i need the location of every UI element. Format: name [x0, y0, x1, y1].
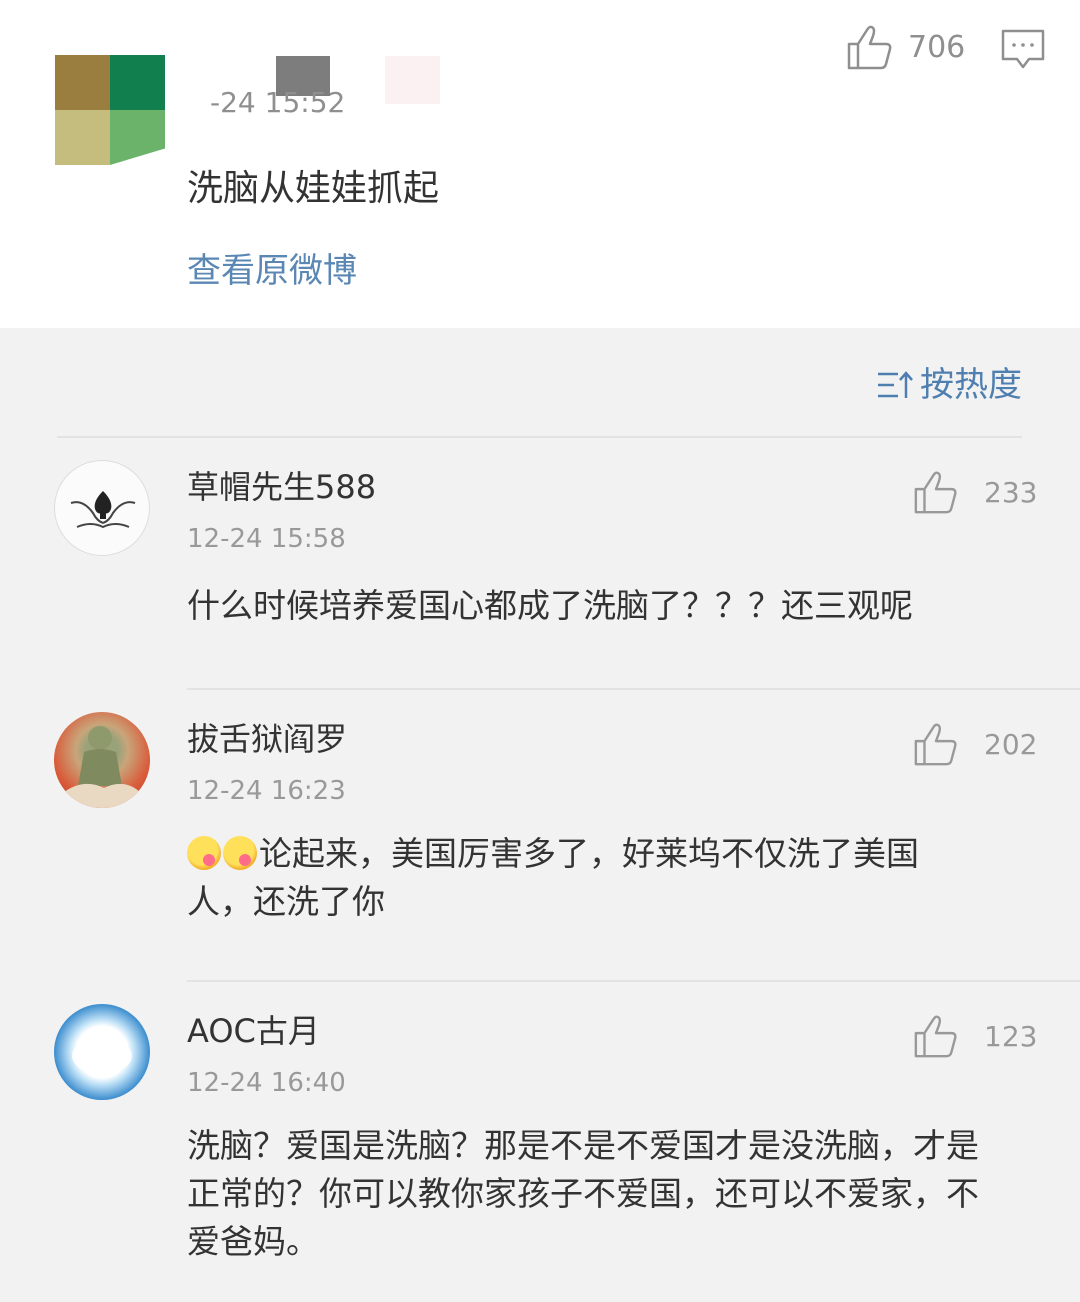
original-post: -24 15:52 洗脑从娃娃抓起 查看原微博 706 — [0, 0, 1080, 328]
comment-like-count: 123 — [984, 1020, 1038, 1053]
comment-text-line: 论起来，美国厉害多了，好莱坞不仅洗了美国 — [259, 834, 919, 873]
thumbs-up-icon[interactable] — [845, 22, 895, 72]
comment-text: 什么时候培养爱国心都成了洗脑了？？？还三观呢 — [187, 586, 913, 625]
sort-icon — [878, 371, 913, 398]
post-text: 洗脑从娃娃抓起 — [187, 168, 440, 209]
view-original-weibo-link[interactable]: 查看原微博 — [187, 248, 357, 294]
comment-time: 12-24 15:58 — [187, 524, 346, 554]
post-like-count: 706 — [908, 30, 966, 65]
comment-like-count: 202 — [984, 728, 1038, 761]
comment-text: 洗脑？爱国是洗脑？那是不是不爱国才是没洗脑，才是 正常的？你可以教你家孩子不爱国… — [187, 1122, 1037, 1266]
avatar[interactable] — [54, 1004, 150, 1100]
post-avatar[interactable] — [55, 55, 165, 165]
comment-username[interactable]: AOC古月 — [187, 1010, 320, 1052]
comment-time: 12-24 16:23 — [187, 776, 346, 806]
avatar-tile — [55, 110, 110, 165]
avatar-tile — [110, 110, 165, 165]
post-time: -24 15:52 — [210, 86, 346, 119]
thumbs-up-icon[interactable] — [912, 1012, 960, 1060]
comment-icon[interactable] — [1000, 28, 1046, 72]
comment-username[interactable]: 草帽先生588 — [187, 466, 376, 508]
avatar[interactable] — [54, 460, 150, 556]
avatar-tile — [55, 55, 110, 110]
avatar[interactable] — [54, 712, 150, 808]
drooling-face-emoji — [187, 836, 221, 870]
thumbs-up-icon[interactable] — [912, 720, 960, 768]
comment-text-line: 人，还洗了你 — [187, 882, 385, 921]
comment-username[interactable]: 拔舌狱阎罗 — [187, 718, 347, 760]
comment-text-line: 正常的？你可以教你家孩子不爱国，还可以不爱家，不 — [187, 1174, 979, 1213]
avatar-tile — [110, 55, 165, 110]
divider — [187, 980, 1080, 982]
redacted-badge — [385, 56, 440, 104]
sort-by-popularity-button[interactable]: 按热度 — [876, 362, 1022, 408]
divider — [187, 688, 1080, 690]
comment-like-count: 233 — [984, 476, 1038, 509]
thumbs-up-icon[interactable] — [912, 468, 960, 516]
comment-time: 12-24 16:40 — [187, 1068, 346, 1098]
drooling-face-emoji — [223, 836, 257, 870]
demon-figure-avatar-art — [64, 726, 140, 808]
divider — [57, 436, 1022, 438]
comment-text: 论起来，美国厉害多了，好莱坞不仅洗了美国 人，还洗了你 — [187, 830, 1037, 926]
cloud-avatar-art — [72, 1033, 132, 1074]
comment-text-line: 洗脑？爱国是洗脑？那是不是不爱国才是没洗脑，才是 — [187, 1126, 979, 1165]
comment-text-line: 爱爸妈。 — [187, 1222, 319, 1261]
comment-item: 草帽先生588 12-24 15:58 什么时候培养爱国心都成了洗脑了？？？还三… — [0, 460, 1080, 688]
comment-item: 拔舌狱阎罗 12-24 16:23 论起来，美国厉害多了，好莱坞不仅洗了美国 人… — [0, 712, 1080, 980]
comment-item: AOC古月 12-24 16:40 洗脑？爱国是洗脑？那是不是不爱国才是没洗脑，… — [0, 1004, 1080, 1302]
sort-label: 按热度 — [920, 365, 1022, 405]
hate-hands-avatar-art — [70, 491, 136, 529]
